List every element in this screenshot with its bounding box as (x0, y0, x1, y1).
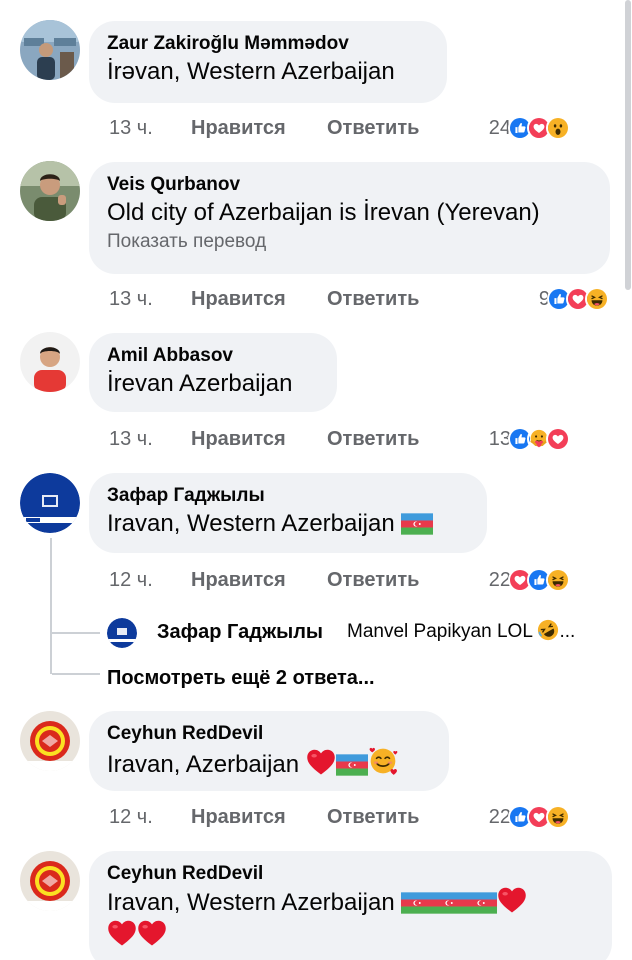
red-heart-icon (137, 919, 167, 947)
comment-author[interactable]: Zaur Zakiroğlu Məmmədov (107, 32, 429, 56)
comment-text-content: Iravan, Azerbaijan (107, 751, 300, 778)
comment-author[interactable]: Ceyhun RedDevil (107, 722, 431, 746)
comment-timestamp[interactable]: 13 ч. (109, 285, 153, 313)
scrollbar-thumb[interactable] (625, 0, 631, 290)
comment-bubble: Ceyhun RedDevil Iravan, Azerbaijan (89, 711, 449, 791)
view-more-replies-link[interactable]: Посмотреть ещё 2 ответа... (107, 665, 375, 691)
comment-author[interactable]: Amil Abbasov (107, 344, 319, 368)
scrollbar[interactable] (624, 0, 632, 960)
reaction-summary[interactable]: 13 (489, 425, 570, 453)
red-heart-icon (107, 919, 137, 947)
comment-timestamp[interactable]: 13 ч. (109, 114, 153, 142)
love-reaction-icon (546, 427, 570, 451)
comment-text-content: Iravan, Western Azerbaijan (107, 889, 395, 916)
comment-bubble: Зафар Гаджылы Iravan, Western Azerbaijan (89, 473, 487, 553)
comment-actions: 13 ч. Нравится Ответить 13 (109, 425, 570, 453)
reply-author[interactable]: Зафар Гаджылы (157, 616, 323, 648)
reaction-summary[interactable]: 22 (489, 803, 570, 831)
wow-reaction-icon (546, 116, 570, 140)
rolling-on-floor-laughing-icon (537, 619, 559, 641)
haha-reaction-icon (546, 805, 570, 829)
comment-text: İrəvan, Western Azerbaijan (107, 58, 395, 85)
reply-button[interactable]: Ответить (327, 803, 419, 831)
reply-text-content: Manvel Papikyan LOL (347, 621, 533, 642)
nested-reply-preview[interactable]: Зафар Гаджылы Manvel Papikyan LOL ... (107, 616, 607, 648)
comment-text: Iravan, Western Azerbaijan (107, 886, 594, 919)
comment-actions: 13 ч. Нравится Ответить 9 (109, 285, 609, 313)
reaction-summary[interactable]: 24 (489, 114, 570, 142)
red-heart-icon (306, 748, 336, 776)
avatar[interactable] (20, 473, 80, 533)
thread-branch-line (52, 673, 100, 675)
comment-text: Iravan, Western Azerbaijan (107, 508, 469, 540)
comment-text: Old city of Azerbaijan is İrevan (Yereva… (107, 199, 540, 226)
like-button[interactable]: Нравится (191, 114, 286, 142)
comment-author[interactable]: Ceyhun RedDevil (107, 862, 594, 886)
like-button[interactable]: Нравится (191, 566, 286, 594)
comment-author[interactable]: Зафар Гаджылы (107, 484, 469, 508)
comment-actions: 12 ч. Нравится Ответить 22 (109, 566, 570, 594)
comment-text: İrevan Azerbaijan (107, 370, 293, 397)
like-button[interactable]: Нравится (191, 425, 286, 453)
reply-ellipsis: ... (559, 621, 576, 642)
azerbaijan-flag-icon (433, 892, 465, 914)
like-button[interactable]: Нравится (191, 803, 286, 831)
avatar[interactable] (20, 20, 80, 80)
comment-text: Iravan, Azerbaijan (107, 746, 431, 781)
reply-button[interactable]: Ответить (327, 566, 419, 594)
reply-button[interactable]: Ответить (327, 285, 419, 313)
avatar[interactable] (107, 618, 137, 648)
like-button[interactable]: Нравится (191, 285, 286, 313)
thread-connector-line (50, 538, 52, 674)
comment-bubble: Veis Qurbanov Old city of Azerbaijan is … (89, 162, 610, 274)
avatar[interactable] (20, 711, 80, 771)
smiling-face-with-hearts-icon (368, 746, 398, 776)
show-translation-link[interactable]: Показать перевод (107, 229, 592, 255)
comment-text-content: Iravan, Western Azerbaijan (107, 510, 395, 537)
thread-branch-line (52, 632, 100, 634)
comment-bubble: Zaur Zakiroğlu Məmmədov İrəvan, Western … (89, 21, 447, 103)
azerbaijan-flag-icon (465, 892, 497, 914)
comment-bubble: Ceyhun RedDevil Iravan, Western Azerbaij… (89, 851, 612, 960)
comment-actions: 13 ч. Нравится Ответить 24 (109, 114, 570, 142)
comment-actions: 12 ч. Нравится Ответить 22 (109, 803, 570, 831)
comment-timestamp[interactable]: 12 ч. (109, 566, 153, 594)
comment-timestamp[interactable]: 12 ч. (109, 803, 153, 831)
haha-reaction-icon (585, 287, 609, 311)
azerbaijan-flag-icon (336, 754, 368, 776)
avatar[interactable] (20, 851, 80, 911)
azerbaijan-flag-icon (401, 892, 433, 914)
comment-bubble: Amil Abbasov İrevan Azerbaijan (89, 333, 337, 412)
reply-text: Manvel Papikyan LOL ... (347, 616, 575, 648)
avatar[interactable] (20, 332, 80, 392)
azerbaijan-flag-icon (401, 513, 433, 535)
reply-button[interactable]: Ответить (327, 425, 419, 453)
comment-timestamp[interactable]: 13 ч. (109, 425, 153, 453)
reply-button[interactable]: Ответить (327, 114, 419, 142)
reaction-summary[interactable]: 22 (489, 566, 570, 594)
reaction-summary[interactable]: 9 (539, 285, 609, 313)
red-heart-icon (497, 886, 527, 914)
comment-author[interactable]: Veis Qurbanov (107, 173, 592, 197)
comment-text-line-2 (107, 919, 594, 952)
haha-reaction-icon (546, 568, 570, 592)
avatar[interactable] (20, 161, 80, 221)
